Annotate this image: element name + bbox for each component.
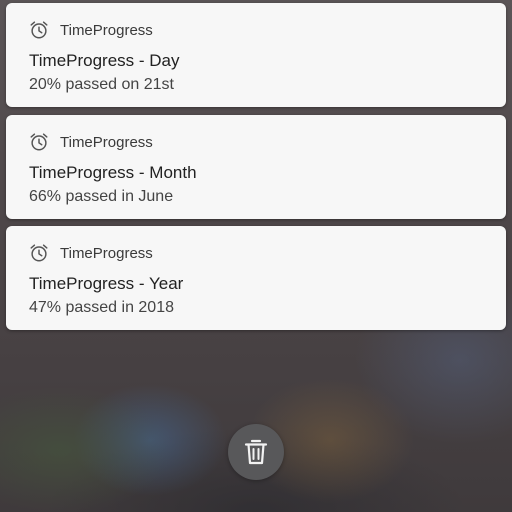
notification-year[interactable]: TimeProgress TimeProgress - Year 47% pas… [6, 226, 506, 330]
notification-day[interactable]: TimeProgress TimeProgress - Day 20% pass… [6, 3, 506, 107]
notification-title: TimeProgress - Month [29, 163, 197, 182]
alarm-clock-icon [30, 133, 48, 151]
trash-icon [244, 439, 268, 465]
notification-title: TimeProgress - Day [29, 51, 180, 70]
notification-month[interactable]: TimeProgress TimeProgress - Month 66% pa… [6, 115, 506, 219]
app-name: TimeProgress [60, 133, 153, 151]
notification-header: TimeProgress [28, 129, 153, 155]
notification-text: 66% passed in June [29, 188, 174, 205]
notification-header: TimeProgress [28, 240, 153, 266]
alarm-clock-icon [30, 21, 48, 39]
clear-all-button[interactable] [228, 424, 284, 480]
alarm-clock-icon [30, 244, 48, 262]
app-name: TimeProgress [60, 21, 153, 39]
notification-text: 20% passed on 21st [29, 76, 174, 93]
notification-title: TimeProgress - Year [29, 274, 184, 293]
notification-header: TimeProgress [28, 17, 153, 43]
notification-text: 47% passed in 2018 [29, 299, 174, 316]
app-name: TimeProgress [60, 244, 153, 262]
